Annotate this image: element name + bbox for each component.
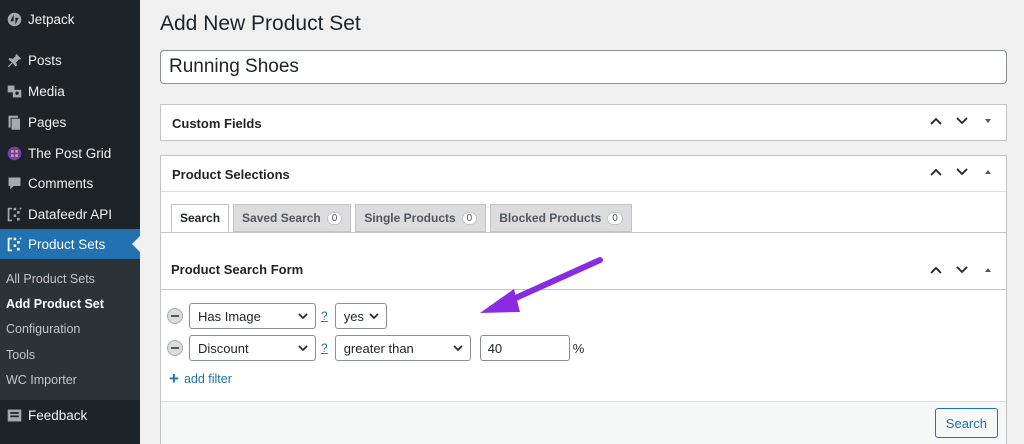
menu-label: Product Sets (28, 236, 106, 252)
menu-label: Datafeedr API (28, 206, 113, 222)
chevron-down-icon (369, 313, 379, 320)
page-title: Add New Product Set (160, 12, 361, 35)
filter-field-select[interactable]: Discount (189, 335, 316, 361)
chevron-down-icon (298, 345, 308, 352)
product-selections-title: Product Selections (172, 166, 290, 182)
menu-posts[interactable]: Posts (0, 45, 140, 75)
tab-search[interactable]: Search (171, 204, 230, 232)
media-icon (4, 81, 24, 101)
add-filter-label: add filter (183, 371, 232, 386)
product-selection-tabs: Search Saved Search 0 Single Products 0 … (171, 204, 632, 232)
add-filter-link[interactable]: + add filter (169, 370, 232, 387)
search-form-title: Product Search Form (171, 262, 304, 277)
menu-post-grid[interactable]: The Post Grid (0, 138, 140, 168)
submenu-configuration[interactable]: Configuration (6, 322, 80, 336)
tab-count-badge: 0 (326, 211, 343, 225)
select-value: yes (343, 308, 364, 324)
product-sets-submenu: All Product Sets Add Product Set Configu… (0, 259, 140, 400)
menu-feedback[interactable]: Feedback (0, 400, 140, 430)
chevron-up-icon[interactable] (928, 262, 944, 278)
tab-label: Blocked Products (499, 211, 602, 225)
menu-label: Posts (28, 52, 62, 68)
menu-label: Pages (28, 114, 67, 130)
menu-label: Feedback (28, 407, 88, 423)
unit-label: % (572, 340, 585, 356)
chevron-up-icon[interactable] (928, 164, 944, 180)
admin-sidebar: Jetpack Posts Media Pages The Post Grid … (0, 0, 140, 444)
menu-media[interactable]: Media (0, 76, 140, 106)
tab-count-badge: 0 (461, 211, 478, 225)
menu-pages[interactable]: Pages (0, 107, 140, 137)
tab-label: Search (180, 211, 221, 225)
product-selections-header[interactable]: Product Selections (161, 156, 1006, 192)
feedback-icon (4, 405, 24, 425)
submenu-add-product-set[interactable]: Add Product Set (6, 297, 104, 311)
select-value: Discount (198, 340, 249, 356)
custom-fields-header[interactable]: Custom Fields (161, 105, 1006, 141)
help-link[interactable]: ? (321, 341, 328, 355)
jetpack-icon (4, 9, 24, 29)
submenu-all-product-sets[interactable]: All Product Sets (6, 272, 95, 286)
menu-datafeedr-api[interactable]: Datafeedr API (0, 199, 140, 229)
search-button[interactable]: Search (934, 408, 998, 438)
product-sets-icon (4, 234, 24, 254)
select-value: greater than (343, 340, 414, 356)
menu-label: Media (28, 83, 65, 99)
menu-label: Jetpack (28, 11, 75, 27)
chevron-down-icon[interactable] (954, 262, 970, 278)
select-value: Has Image (198, 308, 261, 324)
chevron-down-icon[interactable] (954, 164, 970, 180)
submenu-wc-importer[interactable]: WC Importer (6, 373, 77, 387)
toggle-up-icon[interactable] (980, 262, 996, 278)
custom-fields-title: Custom Fields (172, 115, 262, 131)
menu-jetpack[interactable]: Jetpack (0, 4, 140, 34)
current-menu-arrow (132, 236, 140, 252)
menu-label: Comments (28, 175, 94, 191)
tab-label: Single Products (364, 211, 456, 225)
chevron-down-icon[interactable] (954, 113, 970, 129)
filter-field-select[interactable]: Has Image (189, 303, 316, 329)
tab-single-products[interactable]: Single Products 0 (355, 204, 487, 232)
tabs-baseline (161, 232, 1006, 233)
title-input[interactable] (160, 50, 1007, 84)
filter-operator-select[interactable]: greater than (334, 335, 471, 361)
toggle-down-icon[interactable] (980, 113, 996, 129)
menu-product-sets[interactable]: Product Sets (0, 229, 140, 259)
remove-filter-button[interactable] (167, 340, 183, 356)
pin-icon (4, 50, 24, 70)
custom-fields-box: Custom Fields (160, 104, 1007, 141)
annotation-arrow-icon (480, 257, 603, 313)
toggle-up-icon[interactable] (980, 164, 996, 180)
plus-icon: + (169, 369, 179, 388)
tab-label: Saved Search (242, 211, 321, 225)
tab-saved-search[interactable]: Saved Search 0 (233, 204, 352, 232)
filter-value-input[interactable]: 40 (479, 335, 570, 361)
filter-row: Discount ? greater than 40 % (167, 335, 584, 361)
divider (161, 191, 1006, 192)
chevron-down-icon (453, 345, 463, 352)
datafeedr-icon (4, 204, 24, 224)
help-link[interactable]: ? (321, 309, 328, 323)
pages-icon (4, 112, 24, 132)
submenu-tools[interactable]: Tools (6, 348, 35, 362)
chevron-down-icon (298, 313, 308, 320)
tab-count-badge: 0 (607, 211, 623, 225)
menu-label: The Post Grid (28, 145, 112, 161)
post-grid-icon (4, 143, 24, 163)
remove-filter-button[interactable] (167, 308, 183, 324)
chevron-up-icon[interactable] (928, 113, 944, 129)
tab-blocked-products[interactable]: Blocked Products 0 (490, 204, 632, 232)
search-form-footer: Search (161, 402, 1006, 444)
filter-operator-select[interactable]: yes (334, 303, 387, 329)
menu-comments[interactable]: Comments (0, 168, 140, 198)
comment-icon (4, 173, 24, 193)
input-value: 40 (487, 340, 503, 356)
filter-row: Has Image ? yes (167, 303, 387, 329)
